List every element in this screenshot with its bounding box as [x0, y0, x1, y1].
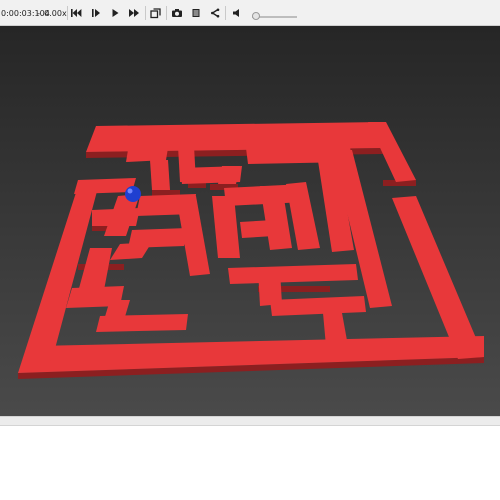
volume-icon[interactable] [229, 0, 245, 26]
3d-viewport[interactable] [0, 26, 500, 416]
maze-wall-inner [126, 148, 168, 162]
maze-wall-inner [228, 264, 358, 284]
share-icon[interactable] [207, 0, 223, 26]
ball-highlight [127, 188, 133, 194]
maze-wall-inner [270, 296, 366, 316]
ball-body [125, 186, 141, 202]
toolbar-divider [225, 6, 226, 20]
toolbar-divider [145, 6, 146, 20]
simulation-toolbar: 0:00:03:104 - 0.00x [0, 0, 500, 26]
maze-walls [18, 122, 484, 379]
maze-wall-inner [286, 182, 320, 250]
maze-wall-inner [240, 220, 274, 238]
speed-readout: 0.00x [44, 8, 67, 18]
record-icon[interactable] [188, 0, 204, 26]
maze-wall-inner [150, 160, 170, 190]
bottom-panel-border [0, 416, 500, 426]
fast-forward-icon[interactable] [126, 0, 142, 26]
toolbar-divider [166, 6, 167, 20]
play-icon[interactable] [107, 0, 123, 26]
ball [125, 186, 141, 202]
camera-view-icon[interactable] [147, 0, 163, 26]
speed-decrease-button[interactable]: - [37, 9, 40, 18]
step-forward-icon[interactable] [88, 0, 104, 26]
maze-scene [18, 122, 484, 379]
volume-slider-knob[interactable] [252, 12, 260, 20]
speed-control: - 0.00x [36, 0, 68, 26]
maze-wall-inner [128, 228, 188, 248]
maze-wall-inner [96, 314, 188, 332]
screenshot-camera-icon[interactable] [169, 0, 185, 26]
maze-wall-inner [92, 208, 140, 226]
maze-wall-right-lower [392, 196, 484, 359]
skip-to-start-icon[interactable] [68, 0, 84, 26]
